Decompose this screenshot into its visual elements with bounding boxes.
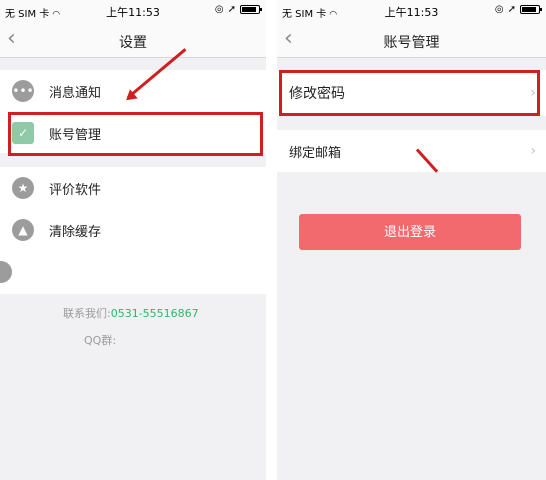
status-indicators: ◎ ➚: [214, 4, 262, 15]
qq-group-line: QQ群:: [84, 332, 116, 348]
menu-item-rate[interactable]: ★ 评价软件: [0, 167, 266, 209]
contact-phone[interactable]: 0531-55516867: [111, 307, 199, 320]
settings-screen: 无 SIM 卡 ◠ 上午11:53 ◎ ➚ ‹ 设置 ••• 消息通知 ✓ 账号管…: [0, 0, 266, 480]
menu-item-label: 评价软件: [49, 182, 102, 198]
status-indicators: ◎ ➚: [494, 4, 542, 15]
menu-item-bind-email[interactable]: 绑定邮箱 ›: [277, 130, 546, 172]
qq-label: QQ群:: [84, 334, 117, 347]
star-icon: ★: [12, 177, 34, 199]
location-icon: ➚: [507, 4, 516, 15]
message-icon: •••: [12, 80, 34, 102]
info-icon: [0, 261, 12, 283]
menu-item-clear-cache[interactable]: ▲ 清除缓存: [0, 209, 266, 251]
logout-button[interactable]: 退出登录: [299, 214, 521, 250]
menu-group-2: ★ 评价软件 ▲ 清除缓存: [0, 167, 266, 294]
battery-icon: [520, 5, 542, 14]
location-icon: ➚: [227, 4, 236, 15]
status-bar: 无 SIM 卡 ◠ 上午11:53 ◎ ➚: [277, 0, 546, 22]
nav-bar: ‹ 设置: [0, 22, 266, 58]
battery-icon: [240, 5, 262, 14]
page-title: 设置: [119, 35, 147, 51]
menu-item-partial[interactable]: [0, 251, 266, 294]
highlight-box-account: [8, 112, 263, 156]
lock-rotation-icon: ◎: [214, 4, 224, 15]
brush-icon: ▲: [12, 219, 34, 241]
menu-item-label: 清除缓存: [49, 224, 102, 240]
contact-prefix: 联系我们:: [63, 307, 111, 320]
nav-bar: ‹ 账号管理: [277, 22, 546, 58]
contact-line: 联系我们:0531-55516867: [63, 305, 199, 321]
page-title: 账号管理: [383, 35, 440, 51]
status-bar: 无 SIM 卡 ◠ 上午11:53 ◎ ➚: [0, 0, 266, 22]
chevron-right-icon: ›: [530, 143, 536, 159]
lock-rotation-icon: ◎: [494, 4, 504, 15]
screenshot-composite: 无 SIM 卡 ◠ 上午11:53 ◎ ➚ ‹ 设置 ••• 消息通知 ✓ 账号管…: [0, 0, 546, 480]
bind-email-group: 绑定邮箱 ›: [277, 130, 546, 172]
menu-item-label: 绑定邮箱: [289, 145, 342, 161]
menu-item-label: 消息通知: [49, 86, 102, 101]
highlight-box-change-password: [279, 70, 540, 116]
account-screen: 无 SIM 卡 ◠ 上午11:53 ◎ ➚ ‹ 账号管理 修改密码 › 绑定邮箱 …: [277, 0, 546, 480]
